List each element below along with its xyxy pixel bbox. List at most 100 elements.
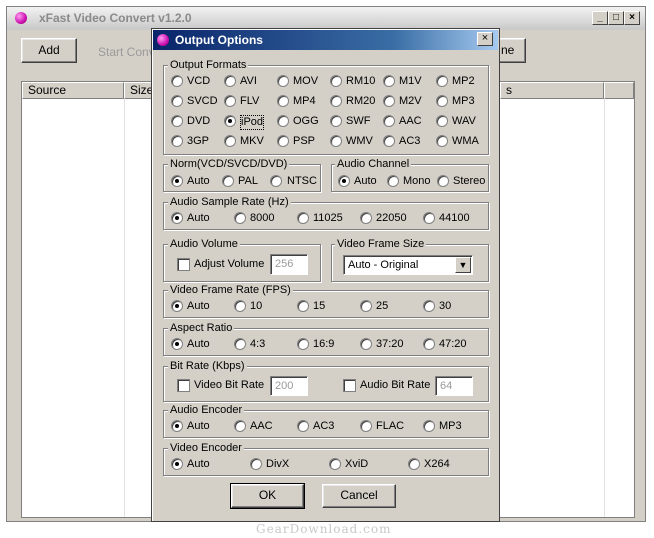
sample-rate-radio-8000[interactable]	[234, 212, 246, 224]
column-extra	[604, 82, 634, 99]
aspect-radio-auto[interactable]	[171, 338, 183, 350]
aspect-label-4-3: 4:3	[250, 338, 266, 350]
video-bitrate-input[interactable]: 200	[270, 376, 308, 396]
format-radio-avi[interactable]	[224, 75, 236, 87]
sample-rate-radio-auto[interactable]	[171, 212, 183, 224]
cancel-button[interactable]: Cancel	[322, 484, 396, 508]
frame-rate-label-15: 15	[313, 300, 326, 312]
start-convert-button[interactable]: Start Conv	[98, 45, 155, 59]
aspect-radio-37-20[interactable]	[360, 338, 372, 350]
norm-radio-pal[interactable]	[222, 175, 234, 187]
audio-encoder-radio-aac[interactable]	[234, 420, 246, 432]
sample-rate-label-44100: 44100	[439, 212, 470, 224]
channel-radio-stereo[interactable]	[437, 175, 449, 187]
channel-radio-mono[interactable]	[387, 175, 399, 187]
column-source[interactable]: Source	[22, 82, 124, 99]
audio-bitrate-checkbox[interactable]	[343, 379, 356, 392]
column-divider	[124, 99, 125, 517]
format-radio-aac[interactable]	[383, 115, 395, 127]
sample-rate-radio-22050[interactable]	[360, 212, 372, 224]
format-label-avi: AVI	[240, 75, 257, 87]
maximize-icon[interactable]: □	[608, 11, 624, 25]
close-icon[interactable]: ×	[624, 11, 640, 25]
ok-button[interactable]: OK	[230, 483, 305, 509]
adjust-volume-checkbox[interactable]	[177, 258, 190, 271]
format-radio-svcd[interactable]	[171, 95, 183, 107]
format-radio-m2v[interactable]	[383, 95, 395, 107]
video-encoder-radio-divx[interactable]	[250, 458, 262, 470]
format-radio-mp4[interactable]	[277, 95, 289, 107]
audio-encoder-radio-ac3[interactable]	[297, 420, 309, 432]
format-radio-wmv[interactable]	[330, 135, 342, 147]
dialog-titlebar: Output Options	[153, 30, 498, 50]
video-encoder-radio-x264[interactable]	[408, 458, 420, 470]
format-radio-swf[interactable]	[330, 115, 342, 127]
format-radio-mov[interactable]	[277, 75, 289, 87]
frame-size-select[interactable]: Auto - Original	[343, 255, 473, 275]
app-icon	[15, 12, 27, 24]
column-size[interactable]: Size	[124, 82, 153, 99]
format-label-mp3: MP3	[452, 95, 475, 107]
add-button[interactable]: Add	[21, 38, 77, 63]
frame-rate-radio-15[interactable]	[297, 300, 309, 312]
video-encoder-radio-auto[interactable]	[171, 458, 183, 470]
video-encoder-label-x264: X264	[424, 458, 450, 470]
aspect-radio-4-3[interactable]	[234, 338, 246, 350]
format-radio-vcd[interactable]	[171, 75, 183, 87]
frame-rate-radio-30[interactable]	[423, 300, 435, 312]
aspect-radio-16-9[interactable]	[297, 338, 309, 350]
aspect-radio-47-20[interactable]	[423, 338, 435, 350]
sample-rate-radio-11025[interactable]	[297, 212, 309, 224]
frame-rate-radio-auto[interactable]	[171, 300, 183, 312]
audio-volume-label: Audio Volume	[168, 238, 240, 250]
format-radio-psp[interactable]	[277, 135, 289, 147]
dialog-title: Output Options	[175, 33, 263, 47]
audio-encoder-label-ac3: AC3	[313, 420, 335, 432]
format-radio-rm10[interactable]	[330, 75, 342, 87]
frame-size-value: Auto - Original	[348, 259, 419, 271]
format-radio-rm20[interactable]	[330, 95, 342, 107]
sample-rate-label-8000: 8000	[250, 212, 275, 224]
format-radio-3gp[interactable]	[171, 135, 183, 147]
format-label-dvd: DVD	[187, 115, 211, 127]
audio-encoder-radio-mp3[interactable]	[423, 420, 435, 432]
format-radio-flv[interactable]	[224, 95, 236, 107]
format-radio-mp2[interactable]	[436, 75, 448, 87]
norm-radio-ntsc[interactable]	[270, 175, 282, 187]
audio-encoder-radio-flac[interactable]	[360, 420, 372, 432]
main-title-text: xFast Video Convert v1.2.0	[39, 11, 192, 25]
audio-encoder-label-flac: FLAC	[376, 420, 405, 432]
frame-rate-radio-10[interactable]	[234, 300, 246, 312]
audio-bitrate-input[interactable]: 64	[435, 376, 473, 396]
volume-input[interactable]: 256	[270, 254, 308, 275]
format-radio-dvd[interactable]	[171, 115, 183, 127]
video-encoder-radio-xvid[interactable]	[329, 458, 341, 470]
minimize-icon[interactable]: _	[592, 11, 608, 25]
audio-encoder-radio-auto[interactable]	[171, 420, 183, 432]
format-radio-ogg[interactable]	[277, 115, 289, 127]
chevron-down-icon[interactable]: ▼	[455, 257, 471, 273]
norm-radio-auto[interactable]	[171, 175, 183, 187]
column-status[interactable]: s	[500, 82, 604, 99]
channel-label-mono: Mono	[403, 175, 431, 187]
frame-rate-label-10: 10	[250, 300, 263, 312]
watermark: GearDownload.com	[256, 522, 392, 536]
dialog-close-icon[interactable]: ×	[477, 32, 493, 46]
format-radio-ac3[interactable]	[383, 135, 395, 147]
audio-channel-label: Audio Channel	[335, 158, 412, 170]
sample-rate-radio-44100[interactable]	[423, 212, 435, 224]
format-label-vcd: VCD	[187, 75, 211, 87]
format-radio-ipod[interactable]	[224, 115, 236, 127]
format-radio-mp3[interactable]	[436, 95, 448, 107]
done-button[interactable]: ne	[498, 38, 526, 63]
video-encoder-label-divx: DivX	[266, 458, 290, 470]
format-radio-wma[interactable]	[436, 135, 448, 147]
video-bitrate-checkbox[interactable]	[177, 379, 190, 392]
format-radio-mkv[interactable]	[224, 135, 236, 147]
format-radio-wav[interactable]	[436, 115, 448, 127]
channel-radio-auto[interactable]	[338, 175, 350, 187]
format-radio-m1v[interactable]	[383, 75, 395, 87]
frame-rate-label: Video Frame Rate (FPS)	[168, 284, 293, 296]
frame-rate-radio-25[interactable]	[360, 300, 372, 312]
format-label-mov: MOV	[293, 75, 319, 87]
